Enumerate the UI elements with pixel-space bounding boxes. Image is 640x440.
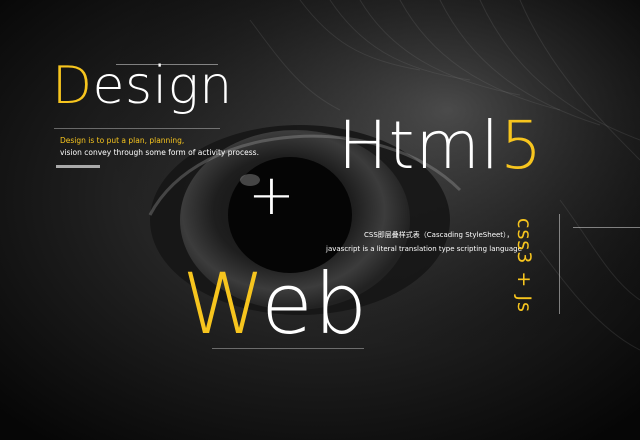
- side-vertical-rule: [559, 214, 560, 314]
- html5-version: 5: [500, 107, 544, 184]
- html5-heading: Html5: [338, 108, 543, 184]
- web-rest: eb: [261, 255, 369, 353]
- css-description-line2: javascript is a literal translation type…: [326, 245, 522, 253]
- design-initial: D: [52, 56, 93, 116]
- css-word: css: [513, 218, 535, 252]
- plus-sign: +: [248, 163, 295, 228]
- css-description-line1: CSS即层叠样式表（Cascading StyleSheet），: [364, 231, 514, 239]
- css-version: 3: [513, 251, 535, 265]
- html5-word: Html: [338, 107, 501, 184]
- css3-js-vertical-label: css3 + Js: [510, 218, 538, 313]
- design-subtitle-line2: vision convey through some form of activ…: [60, 148, 259, 157]
- design-rest: esign: [92, 56, 233, 116]
- side-horizontal-rule: [573, 227, 640, 228]
- design-accent-bar: [56, 165, 100, 168]
- js-word: + Js: [513, 264, 535, 313]
- design-bottom-rule: [54, 128, 220, 129]
- design-heading: Design: [52, 56, 233, 116]
- web-heading: Web: [182, 256, 368, 352]
- web-underline-rule: [212, 348, 364, 349]
- design-subtitle-line1: Design is to put a plan, planning,: [60, 136, 185, 145]
- web-initial: W: [182, 255, 262, 353]
